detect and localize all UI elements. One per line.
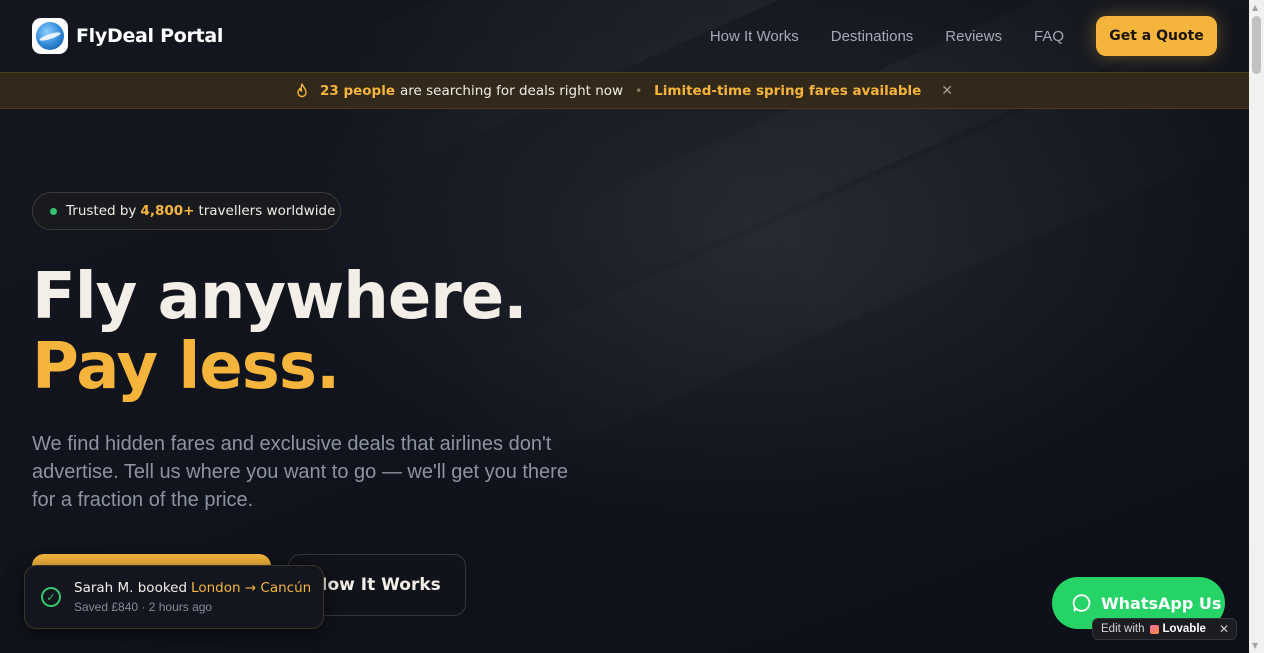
- trust-count: 4,800+: [140, 203, 195, 219]
- separator-dot: •: [635, 83, 643, 98]
- scrollbar[interactable]: ▲ ▼: [1249, 0, 1264, 653]
- flame-icon: [296, 83, 308, 98]
- searching-count: 23 people: [319, 82, 395, 99]
- notification-body: Sarah M. booked London → Cancún Saved £84…: [74, 580, 311, 614]
- booking-notification: ✓ Sarah M. booked London → Cancún Saved £…: [24, 565, 324, 629]
- check-circle-icon: ✓: [41, 587, 61, 607]
- scroll-down-icon[interactable]: ▼: [1252, 641, 1258, 650]
- status-dot: [50, 207, 57, 215]
- brand-name[interactable]: FlyDeal Portal: [76, 25, 223, 47]
- close-icon[interactable]: ✕: [941, 83, 953, 99]
- headline-line-2: Pay less.: [32, 330, 340, 404]
- trust-badge: Trusted by 4,800+ travellers worldwide: [32, 192, 341, 230]
- whatsapp-label: WhatsApp Us: [1101, 593, 1222, 613]
- close-icon[interactable]: ✕: [1219, 622, 1229, 636]
- hero-subtitle: We find hidden fares and exclusive deals…: [32, 433, 568, 511]
- lovable-heart-icon: [1150, 624, 1160, 634]
- scroll-up-icon[interactable]: ▲: [1252, 3, 1258, 12]
- searching-text: are searching for deals right now: [399, 82, 624, 99]
- nav-how-it-works[interactable]: How It Works: [710, 28, 799, 45]
- hero-headline: Fly anywhere. Pay less.: [32, 262, 527, 402]
- lovable-badge[interactable]: Edit with Lovable ✕: [1092, 618, 1237, 640]
- notification-title: Sarah M. booked London → Cancún: [74, 580, 311, 596]
- trust-prefix: Trusted by: [66, 203, 137, 219]
- announcement-bar: 23 people are searching for deals right …: [0, 72, 1249, 109]
- nav-destinations[interactable]: Destinations: [831, 28, 914, 45]
- notification-detail: Saved £840 · 2 hours ago: [74, 600, 213, 614]
- lovable-prefix: Edit with: [1101, 623, 1145, 635]
- main-nav: How It Works Destinations Reviews FAQ: [710, 28, 1064, 45]
- booker-name: Sarah M. booked: [74, 580, 188, 596]
- get-quote-button[interactable]: Get a Quote: [1096, 16, 1217, 56]
- whatsapp-chat-icon: [1072, 594, 1091, 612]
- brand-logo[interactable]: [32, 18, 68, 54]
- trust-suffix: travellers worldwide: [198, 203, 336, 219]
- nav-faq[interactable]: FAQ: [1034, 28, 1064, 45]
- booking-route: London → Cancún: [191, 580, 312, 596]
- headline-line-1: Fly anywhere.: [32, 260, 527, 334]
- nav-reviews[interactable]: Reviews: [945, 28, 1002, 45]
- site-header: FlyDeal Portal How It Works Destinations…: [0, 0, 1249, 72]
- globe-icon: [36, 22, 64, 50]
- lovable-name: Lovable: [1162, 623, 1206, 635]
- page: FlyDeal Portal How It Works Destinations…: [0, 0, 1249, 653]
- scrollbar-thumb[interactable]: [1252, 16, 1261, 74]
- promo-text[interactable]: Limited-time spring fares available: [654, 83, 921, 99]
